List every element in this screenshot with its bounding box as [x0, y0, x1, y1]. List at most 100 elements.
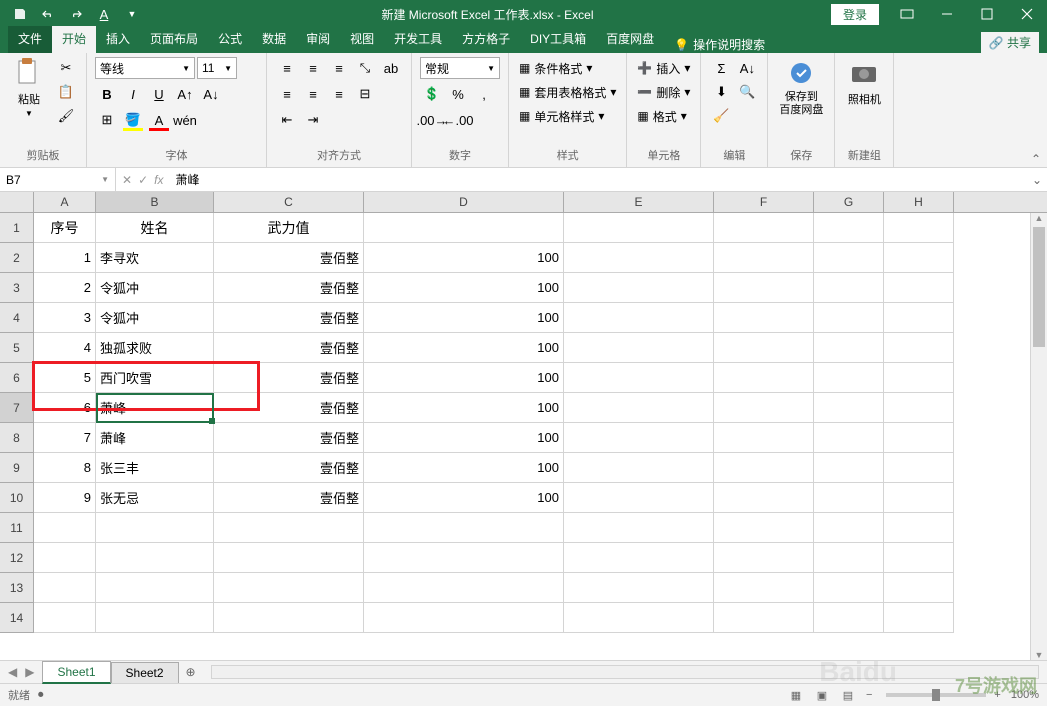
column-header-C[interactable]: C — [214, 192, 364, 212]
close-icon[interactable] — [1007, 0, 1047, 28]
cell[interactable] — [814, 423, 884, 453]
cell[interactable] — [214, 513, 364, 543]
cell[interactable] — [564, 273, 714, 303]
cell[interactable]: 100 — [364, 303, 564, 333]
cell[interactable] — [214, 573, 364, 603]
row-header-6[interactable]: 6 — [0, 363, 34, 393]
minimize-icon[interactable] — [927, 0, 967, 28]
font-name-dropdown[interactable]: 等线▼ — [95, 57, 195, 79]
cell[interactable]: 壹佰整 — [214, 393, 364, 423]
page-break-view-icon[interactable]: ▤ — [836, 686, 860, 704]
cell[interactable] — [714, 243, 814, 273]
phonetic-icon[interactable]: wén — [173, 109, 197, 131]
redo-icon[interactable] — [64, 2, 88, 26]
cell[interactable] — [884, 543, 954, 573]
increase-indent-icon[interactable]: ⇥ — [301, 109, 325, 131]
sheet-next-icon[interactable]: ▶ — [25, 665, 34, 679]
cell[interactable] — [714, 363, 814, 393]
column-header-F[interactable]: F — [714, 192, 814, 212]
row-header-7[interactable]: 7 — [0, 393, 34, 423]
cell[interactable] — [814, 363, 884, 393]
select-all-corner[interactable] — [0, 192, 34, 212]
decrease-indent-icon[interactable]: ⇤ — [275, 109, 299, 131]
cell[interactable] — [814, 243, 884, 273]
cell[interactable]: 100 — [364, 393, 564, 423]
cell[interactable]: 壹佰整 — [214, 483, 364, 513]
comma-icon[interactable]: , — [472, 83, 496, 105]
cell[interactable] — [564, 483, 714, 513]
ribbon-display-icon[interactable] — [887, 0, 927, 28]
column-header-E[interactable]: E — [564, 192, 714, 212]
cell[interactable] — [34, 603, 96, 633]
undo-icon[interactable] — [36, 2, 60, 26]
zoom-level[interactable]: 100% — [1011, 689, 1039, 701]
cell[interactable] — [884, 363, 954, 393]
tell-me-search[interactable]: 💡 操作说明搜索 — [664, 36, 775, 53]
percent-icon[interactable]: % — [446, 83, 470, 105]
cell[interactable]: 姓名 — [96, 213, 214, 243]
increase-font-icon[interactable]: A↑ — [173, 83, 197, 105]
orientation-icon[interactable]: ⤡ — [353, 57, 377, 79]
tab-data[interactable]: 数据 — [252, 26, 296, 53]
zoom-out-icon[interactable]: − — [866, 689, 872, 701]
horizontal-scrollbar[interactable] — [211, 665, 1039, 679]
share-button[interactable]: 🔗 共享 — [981, 32, 1039, 53]
cell[interactable] — [884, 603, 954, 633]
align-right-icon[interactable]: ≡ — [327, 83, 351, 105]
cell[interactable] — [884, 573, 954, 603]
conditional-format-button[interactable]: ▦条件格式 ▾ — [517, 57, 594, 79]
tab-diy[interactable]: DIY工具箱 — [520, 26, 596, 53]
cell[interactable]: 李寻欢 — [96, 243, 214, 273]
cell[interactable]: 壹佰整 — [214, 303, 364, 333]
align-top-icon[interactable]: ≡ — [275, 57, 299, 79]
camera-button[interactable]: 照相机 — [843, 57, 885, 107]
cell[interactable] — [96, 573, 214, 603]
find-icon[interactable]: 🔍 — [735, 81, 759, 103]
cell[interactable]: 壹佰整 — [214, 273, 364, 303]
name-box[interactable]: B7 ▼ — [0, 168, 116, 191]
cell[interactable]: 壹佰整 — [214, 243, 364, 273]
clear-icon[interactable]: 🧹 — [709, 105, 733, 127]
decrease-decimal-icon[interactable]: ←.00 — [446, 109, 470, 131]
cell[interactable]: 100 — [364, 483, 564, 513]
cell[interactable] — [564, 333, 714, 363]
cell[interactable] — [714, 603, 814, 633]
cell[interactable] — [714, 393, 814, 423]
maximize-icon[interactable] — [967, 0, 1007, 28]
cell[interactable] — [96, 543, 214, 573]
row-header-4[interactable]: 4 — [0, 303, 34, 333]
cell[interactable]: 6 — [34, 393, 96, 423]
enter-formula-icon[interactable]: ✓ — [138, 173, 148, 187]
cell[interactable]: 张三丰 — [96, 453, 214, 483]
cell[interactable] — [96, 513, 214, 543]
tab-formulas[interactable]: 公式 — [208, 26, 252, 53]
cell[interactable] — [714, 483, 814, 513]
cell[interactable] — [714, 303, 814, 333]
wrap-text-icon[interactable]: ab — [379, 57, 403, 79]
paste-button[interactable]: 粘贴 ▼ — [8, 57, 50, 118]
cell[interactable]: 100 — [364, 273, 564, 303]
row-header-2[interactable]: 2 — [0, 243, 34, 273]
decrease-font-icon[interactable]: A↓ — [199, 83, 223, 105]
cell[interactable]: 9 — [34, 483, 96, 513]
cell[interactable] — [814, 213, 884, 243]
row-header-10[interactable]: 10 — [0, 483, 34, 513]
cell[interactable]: 8 — [34, 453, 96, 483]
cell[interactable] — [884, 243, 954, 273]
sheet-tab-2[interactable]: Sheet2 — [111, 662, 179, 683]
row-header-9[interactable]: 9 — [0, 453, 34, 483]
cell[interactable] — [814, 603, 884, 633]
row-header-8[interactable]: 8 — [0, 423, 34, 453]
currency-icon[interactable]: 💲 — [420, 83, 444, 105]
cell[interactable]: 5 — [34, 363, 96, 393]
align-bottom-icon[interactable]: ≡ — [327, 57, 351, 79]
row-header-11[interactable]: 11 — [0, 513, 34, 543]
cell[interactable]: 3 — [34, 303, 96, 333]
cell[interactable] — [564, 603, 714, 633]
format-table-button[interactable]: ▦套用表格格式 ▾ — [517, 81, 618, 103]
border-icon[interactable]: ⊞ — [95, 109, 119, 131]
column-header-H[interactable]: H — [884, 192, 954, 212]
cell[interactable] — [714, 513, 814, 543]
expand-formula-icon[interactable]: ⌄ — [1027, 173, 1047, 187]
cell[interactable] — [364, 513, 564, 543]
